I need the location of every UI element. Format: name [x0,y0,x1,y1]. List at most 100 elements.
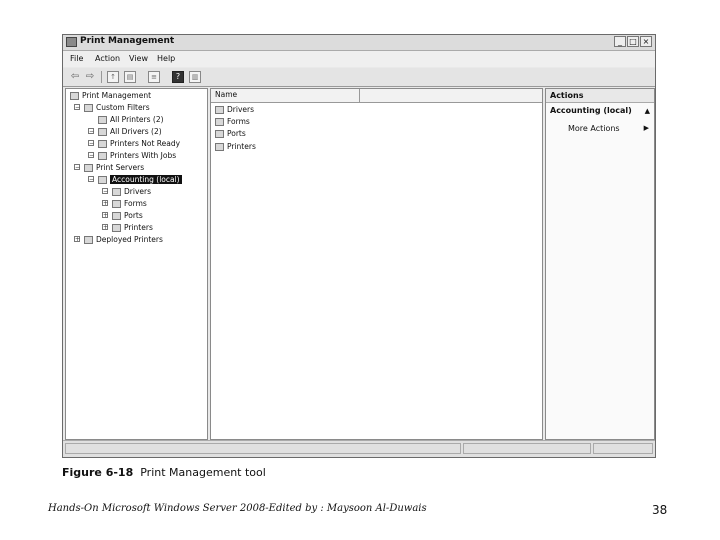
window-controls: _ □ × [613,36,652,47]
actions-section-label: Accounting (local) [550,106,632,115]
expand-icon[interactable]: + [74,236,80,243]
menu-help[interactable]: Help [157,54,175,63]
drivers-icon [215,106,224,114]
show-hide-action-pane-icon[interactable]: ▥ [189,71,201,83]
tree-item-drivers[interactable]: Drivers [112,186,151,197]
tree-item-label: Custom Filters [96,103,150,112]
list-item-forms[interactable]: Forms [215,116,250,127]
list-item-label: Forms [227,117,250,126]
tree-item-label: Printers Not Ready [110,139,181,148]
tree-pane: Print Management − Custom Filters All Pr… [65,88,208,440]
list-item-label: Ports [227,129,246,138]
actions-section-accounting[interactable]: Accounting (local) ▲ [546,105,654,117]
minimize-button[interactable]: _ [614,36,626,47]
filter-icon [98,116,107,124]
tree-item-label: Ports [124,211,143,220]
status-segment [65,443,461,454]
drivers-icon [112,188,121,196]
printer-icon [215,143,224,151]
servers-icon [84,164,93,172]
expand-icon[interactable]: + [102,212,108,219]
list-item-drivers[interactable]: Drivers [215,104,254,115]
tree-item-label: Printers [124,223,153,232]
tree-item-label: Print Servers [96,163,145,172]
list-item-ports[interactable]: Ports [215,128,246,139]
list-item-printers[interactable]: Printers [215,141,256,152]
collapse-icon[interactable]: − [88,176,94,183]
forms-icon [112,200,121,208]
print-management-window: Print Management _ □ × File Action View … [62,34,656,458]
show-hide-tree-icon[interactable]: ▤ [124,71,136,83]
filter-icon [98,140,107,148]
tree-item-ports[interactable]: Ports [112,210,143,221]
filter-folder-icon [84,104,93,112]
tree-item-custom-filters[interactable]: Custom Filters [84,102,150,113]
more-actions-link[interactable]: More Actions [568,123,620,134]
collapse-icon[interactable]: − [88,152,94,159]
tree-item-printers-with-jobs[interactable]: Printers With Jobs [98,150,176,161]
forward-arrow-icon[interactable]: ⇨ [84,71,96,83]
submenu-arrow-icon: ▶ [643,124,649,132]
tree-item-all-drivers[interactable]: All Drivers (2) [98,126,162,137]
export-list-icon[interactable]: ≡ [148,71,160,83]
collapse-up-icon[interactable]: ▲ [645,105,650,117]
column-name-header[interactable]: Name [215,90,237,99]
status-segment [593,443,653,454]
figure-caption: Figure 6-18 Print Management tool [62,466,266,479]
actions-pane: Actions Accounting (local) ▲ More Action… [545,88,655,440]
print-management-app-icon [66,37,77,47]
toolbar: ⇦ ⇨ ↑ ▤ ≡ ? ▥ [63,68,655,87]
list-item-label: Drivers [227,105,254,114]
printer-management-icon [70,92,79,100]
close-button[interactable]: × [640,36,652,47]
list-pane: Name Drivers Forms Ports Printers [210,88,543,440]
figure-caption-text: Print Management tool [140,466,266,479]
collapse-icon[interactable]: − [88,140,94,147]
menu-bar: File Action View Help [63,51,655,67]
list-column-header[interactable]: Name [211,89,542,103]
tree-item-all-printers[interactable]: All Printers (2) [98,114,164,125]
collapse-icon[interactable]: − [74,104,80,111]
menu-action[interactable]: Action [95,54,120,63]
toolbar-separator [101,71,102,83]
back-arrow-icon[interactable]: ⇦ [69,71,81,83]
tree-item-label: All Printers (2) [110,115,164,124]
expand-icon[interactable]: + [102,224,108,231]
more-actions-label: More Actions [568,124,620,133]
window-title: Print Management [80,36,175,46]
slide-footer: Hands-On Microsoft Windows Server 2008-E… [48,503,427,514]
expand-icon[interactable]: + [102,200,108,207]
forms-icon [215,118,224,126]
tree-item-label-selected: Accounting (local) [110,175,182,184]
menu-view[interactable]: View [129,54,148,63]
up-folder-icon[interactable]: ↑ [107,71,119,83]
page-number: 38 [652,503,668,517]
tree-item-forms[interactable]: Forms [112,198,147,209]
menu-file[interactable]: File [70,54,83,63]
deployed-printers-icon [84,236,93,244]
collapse-icon[interactable]: − [88,128,94,135]
tree-item-print-servers[interactable]: Print Servers [84,162,144,173]
collapse-icon[interactable]: − [102,188,108,195]
tree-item-label: Print Management [82,91,152,100]
status-segment [463,443,591,454]
column-divider[interactable] [359,89,360,102]
ports-icon [215,130,224,138]
tree-item-deployed-printers[interactable]: Deployed Printers [84,234,163,245]
actions-header: Actions [546,89,654,103]
help-icon[interactable]: ? [172,71,184,83]
filter-icon [98,152,107,160]
tree-item-printers[interactable]: Printers [112,222,153,233]
tree-item-label: Forms [124,199,147,208]
printer-icon [112,224,121,232]
tree-item-label: Deployed Printers [96,235,163,244]
maximize-button[interactable]: □ [627,36,639,47]
tree-item-print-management[interactable]: Print Management [70,90,151,101]
server-icon [98,176,107,184]
list-item-label: Printers [227,142,256,151]
collapse-icon[interactable]: − [74,164,80,171]
tree-item-accounting-local[interactable]: Accounting (local) [98,174,182,185]
ports-icon [112,212,121,220]
tree-item-printers-not-ready[interactable]: Printers Not Ready [98,138,180,149]
figure-number: Figure 6-18 [62,466,134,479]
